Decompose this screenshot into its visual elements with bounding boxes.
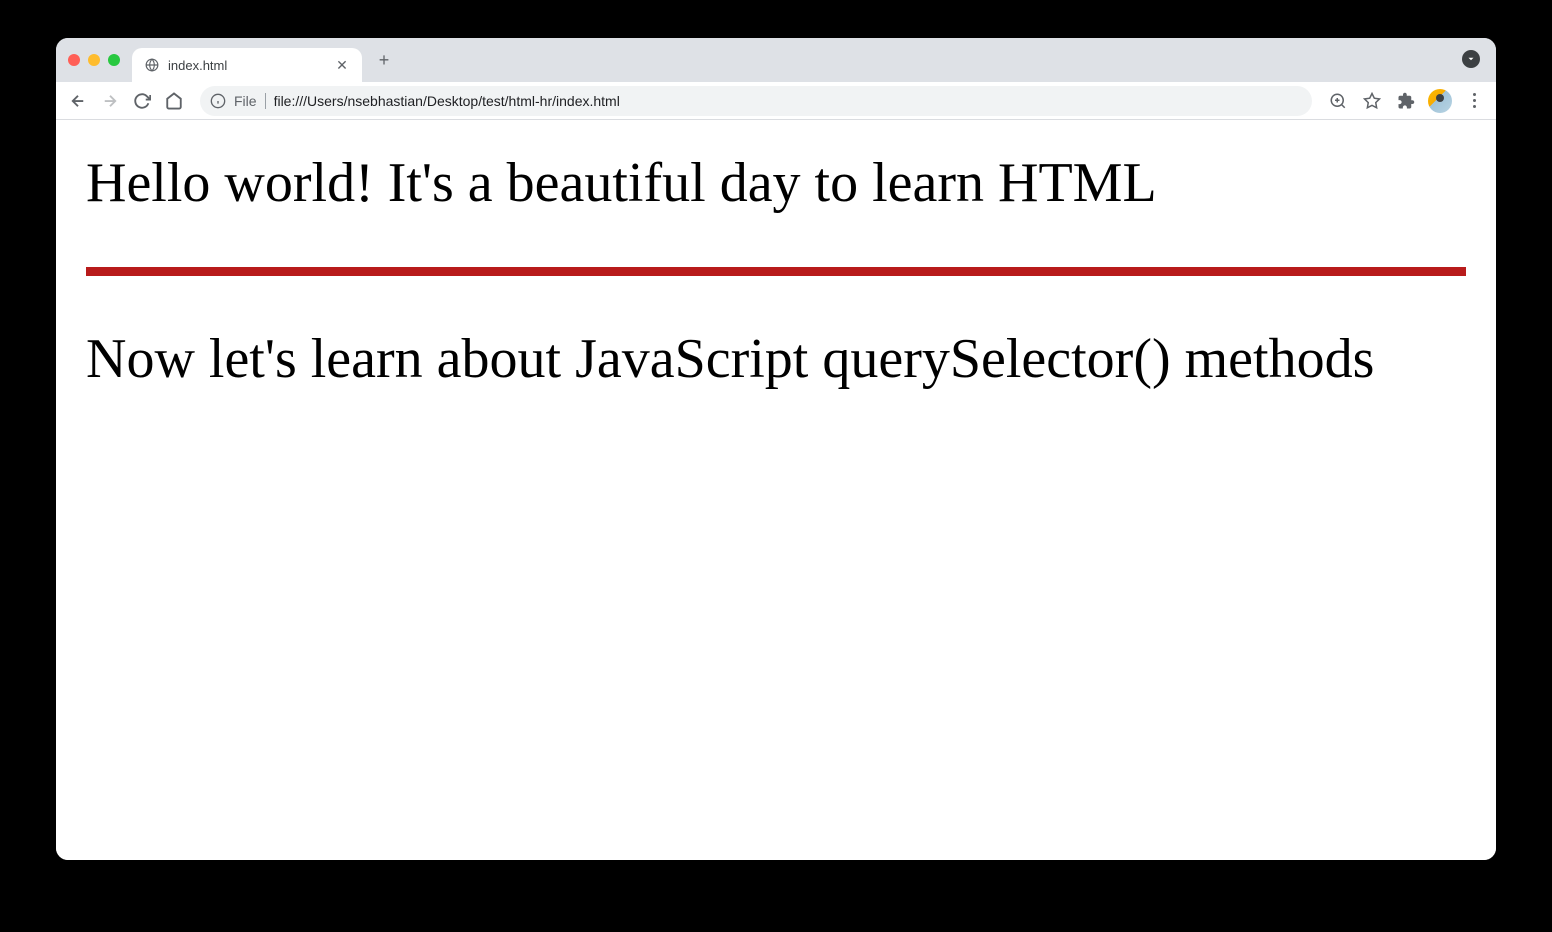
close-window-button[interactable]	[68, 54, 80, 66]
tab-title: index.html	[168, 58, 326, 73]
forward-button[interactable]	[96, 87, 124, 115]
reload-button[interactable]	[128, 87, 156, 115]
bookmark-icon[interactable]	[1358, 87, 1386, 115]
heading-2: Now let's learn about JavaScript querySe…	[86, 326, 1466, 393]
page-viewport: Hello world! It's a beautiful day to lea…	[56, 120, 1496, 860]
new-tab-button[interactable]: +	[370, 46, 398, 74]
url-text: file:///Users/nsebhastian/Desktop/test/h…	[274, 93, 1302, 109]
browser-window: index.html ✕ + File file:///Users/nsebha…	[56, 38, 1496, 860]
menu-button[interactable]	[1460, 87, 1488, 115]
extensions-icon[interactable]	[1392, 87, 1420, 115]
horizontal-rule	[86, 267, 1466, 276]
maximize-window-button[interactable]	[108, 54, 120, 66]
info-icon[interactable]	[210, 93, 226, 109]
url-scheme-label: File	[234, 93, 266, 109]
home-button[interactable]	[160, 87, 188, 115]
tab-bar: index.html ✕ +	[56, 38, 1496, 82]
window-controls	[68, 54, 120, 66]
profile-avatar[interactable]	[1426, 87, 1454, 115]
address-bar[interactable]: File file:///Users/nsebhastian/Desktop/t…	[200, 86, 1312, 116]
heading-1: Hello world! It's a beautiful day to lea…	[86, 150, 1466, 217]
toolbar-right	[1324, 87, 1488, 115]
close-tab-icon[interactable]: ✕	[334, 57, 350, 73]
account-badge-icon[interactable]	[1462, 50, 1480, 68]
globe-icon	[144, 57, 160, 73]
back-button[interactable]	[64, 87, 92, 115]
minimize-window-button[interactable]	[88, 54, 100, 66]
browser-toolbar: File file:///Users/nsebhastian/Desktop/t…	[56, 82, 1496, 120]
zoom-icon[interactable]	[1324, 87, 1352, 115]
browser-tab[interactable]: index.html ✕	[132, 48, 362, 82]
